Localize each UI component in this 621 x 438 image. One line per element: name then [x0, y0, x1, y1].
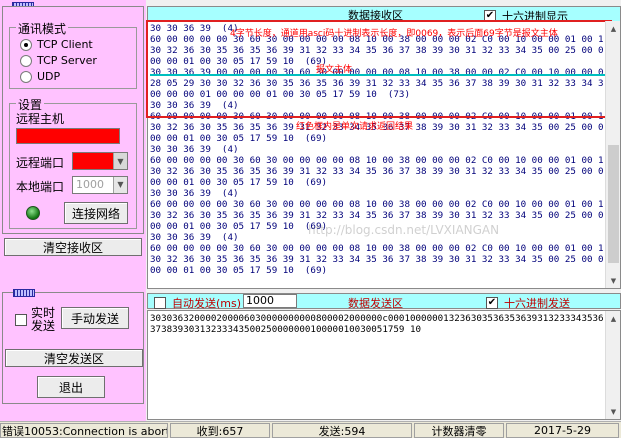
receive-line: 30 30 36 39 (4) — [150, 144, 239, 155]
radio-tcp-client-label: TCP Client — [37, 38, 93, 51]
scroll-down-icon[interactable]: ▼ — [606, 404, 621, 419]
radio-unselected-icon[interactable] — [20, 70, 32, 83]
send-header: 自动发送(ms) 1000 数据发送区 ✔ 十六进制发送 — [147, 293, 621, 311]
auto-send-interval-input[interactable]: 1000 — [243, 294, 297, 308]
auto-send-checkbox[interactable] — [154, 297, 166, 309]
local-port-combo[interactable]: 1000 ▼ — [72, 176, 128, 194]
receive-line: 00 00 01 00 30 05 17 59 10 (69) — [150, 133, 328, 144]
clear-receive-button[interactable]: 清空接收区 — [4, 238, 142, 256]
scroll-down-icon[interactable]: ▼ — [606, 273, 621, 288]
realtime-label-line2: 发送 — [31, 319, 56, 333]
watermark: http://blog.csdn.net/LVXIANGAN — [308, 223, 500, 237]
realtime-send-toggle[interactable]: 实时 发送 — [15, 307, 55, 333]
receive-scrollbar[interactable]: ▲ ▼ — [605, 21, 620, 288]
receive-line: 30 32 36 30 35 36 35 36 39 31 32 33 34 3… — [150, 254, 604, 265]
single-request-highlight-box — [146, 20, 612, 118]
local-port-value: 1000 — [76, 178, 104, 191]
exit-button[interactable]: 退出 — [37, 376, 105, 398]
send-textbox[interactable]: 3030363200002000060300000000008000020000… — [147, 310, 621, 420]
status-error: 错误10053:Connection is aborted d — [0, 423, 168, 438]
receive-area: 数据接收区 ✔ 十六进制显示 30 30 36 39 (4) 60 00 00 0… — [146, 6, 621, 289]
panel-grip-icon[interactable] — [13, 289, 35, 297]
manual-send-button[interactable]: 手动发送 — [61, 307, 129, 329]
radio-tcp-server[interactable]: TCP Server — [20, 54, 97, 67]
receive-line: 60 00 00 00 00 30 60 30 00 00 00 00 08 1… — [150, 243, 604, 254]
receive-header: 数据接收区 ✔ 十六进制显示 — [148, 7, 620, 23]
auto-send-label: 自动发送(ms) — [172, 297, 242, 310]
radio-selected-icon[interactable] — [20, 38, 32, 51]
chevron-down-icon[interactable]: ▼ — [113, 153, 127, 169]
hex-send-checkbox[interactable]: ✔ — [486, 297, 498, 309]
radio-tcp-client[interactable]: TCP Client — [20, 38, 93, 51]
scroll-up-icon[interactable]: ▲ — [606, 311, 621, 326]
status-received: 收到:657 — [170, 423, 270, 438]
remote-port-combo[interactable]: ▼ — [72, 152, 128, 170]
red-box-annotation: 红色框内是单次请求返回结果 — [296, 122, 414, 132]
receive-line: 30 30 36 39 (4) — [150, 188, 239, 199]
receive-line: 30 32 36 30 35 36 35 36 39 31 32 33 34 3… — [150, 210, 604, 221]
connection-status-led-icon — [26, 206, 40, 220]
connection-settings-panel: 通讯模式 TCP Client TCP Server UDP 设置 远程主机 远… — [2, 6, 144, 234]
comm-mode-title: 通讯模式 — [16, 20, 69, 37]
clear-send-button[interactable]: 清空发送区 — [5, 349, 143, 367]
scroll-up-icon[interactable]: ▲ — [606, 21, 621, 36]
hex-send-toggle[interactable]: ✔ 十六进制发送 — [486, 295, 570, 311]
status-date: 2017-5-29 — [506, 423, 619, 438]
local-port-label: 本地端口 — [16, 180, 65, 194]
radio-tcp-server-label: TCP Server — [37, 54, 97, 67]
receive-line: 00 00 01 00 30 05 17 59 10 (69) — [150, 265, 328, 276]
radio-udp[interactable]: UDP — [20, 70, 60, 83]
left-control-panel: 通讯模式 TCP Client TCP Server UDP 设置 远程主机 远… — [0, 0, 146, 421]
comm-mode-group: 通讯模式 TCP Client TCP Server UDP — [9, 20, 137, 89]
remote-port-label: 远程端口 — [16, 156, 65, 170]
scroll-thumb[interactable] — [608, 145, 619, 263]
remote-host-input[interactable] — [16, 128, 120, 144]
realtime-send-checkbox[interactable] — [15, 314, 27, 326]
receive-line: 30 32 36 30 35 36 35 36 39 31 32 33 34 3… — [150, 166, 604, 177]
send-title: 数据发送区 — [348, 297, 403, 310]
status-sent: 发送:594 — [272, 423, 412, 438]
auto-send-toggle[interactable]: 自动发送(ms) — [154, 295, 241, 311]
send-control-panel: 实时 发送 手动发送 清空发送区 退出 — [2, 289, 144, 404]
receive-line: 60 00 00 00 00 30 60 30 00 00 00 00 08 1… — [150, 155, 604, 166]
send-scrollbar[interactable]: ▲ ▼ — [605, 311, 620, 419]
receive-line: 60 00 00 00 00 30 60 30 00 00 00 00 08 1… — [150, 199, 604, 210]
counter-reset-button[interactable]: 计数器清零 — [414, 423, 504, 438]
radio-unselected-icon[interactable] — [20, 54, 32, 67]
status-bar: 错误10053:Connection is aborted d 收到:657 发… — [0, 421, 621, 438]
remote-host-label: 远程主机 — [16, 112, 65, 126]
connect-network-button[interactable]: 连接网络 — [64, 202, 128, 224]
receive-line: 00 00 01 00 30 05 17 59 10 (69) — [150, 177, 328, 188]
send-content: 3030363200002000060300000000008000020000… — [150, 313, 604, 335]
chevron-down-icon[interactable]: ▼ — [113, 177, 127, 193]
settings-group: 设置 远程主机 远程端口 ▼ 本地端口 1000 ▼ 连接网络 — [9, 96, 137, 229]
radio-udp-label: UDP — [37, 70, 61, 83]
hex-send-label: 十六进制发送 — [504, 297, 570, 310]
